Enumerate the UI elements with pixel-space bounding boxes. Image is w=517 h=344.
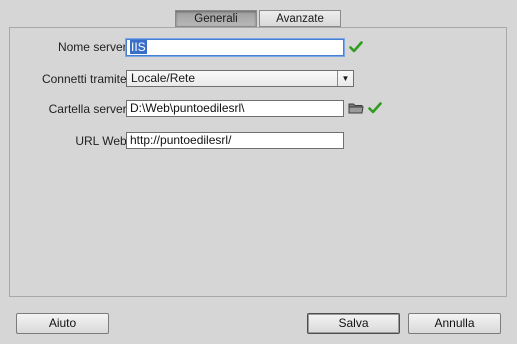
web-url-label: URL Web:: [75, 134, 130, 148]
folder-icon[interactable]: [348, 101, 364, 115]
save-button[interactable]: Salva: [307, 313, 400, 334]
server-folder-label: Cartella server:: [48, 102, 130, 116]
connect-via-value: Locale/Rete: [131, 71, 196, 85]
server-name-value: IIS: [130, 40, 147, 54]
server-folder-input[interactable]: D:\Web\puntoedilesrl\: [126, 100, 344, 117]
check-icon: [349, 41, 363, 53]
connect-via-select[interactable]: Locale/Rete ▼: [126, 70, 354, 87]
check-icon: [368, 102, 382, 114]
server-name-label: Nome server:: [57, 40, 130, 54]
settings-panel: Nome server: IIS Connetti tramite: Local…: [9, 27, 507, 297]
tab-avanzate[interactable]: Avanzate: [259, 10, 341, 27]
chevron-down-icon[interactable]: ▼: [337, 71, 353, 86]
cancel-button[interactable]: Annulla: [408, 313, 501, 334]
connect-via-label: Connetti tramite:: [41, 72, 130, 86]
server-name-input[interactable]: IIS: [126, 39, 344, 56]
tab-generali[interactable]: Generali: [175, 10, 257, 27]
web-url-input[interactable]: http://puntoedilesrl/: [126, 132, 344, 149]
help-button[interactable]: Aiuto: [16, 313, 109, 334]
